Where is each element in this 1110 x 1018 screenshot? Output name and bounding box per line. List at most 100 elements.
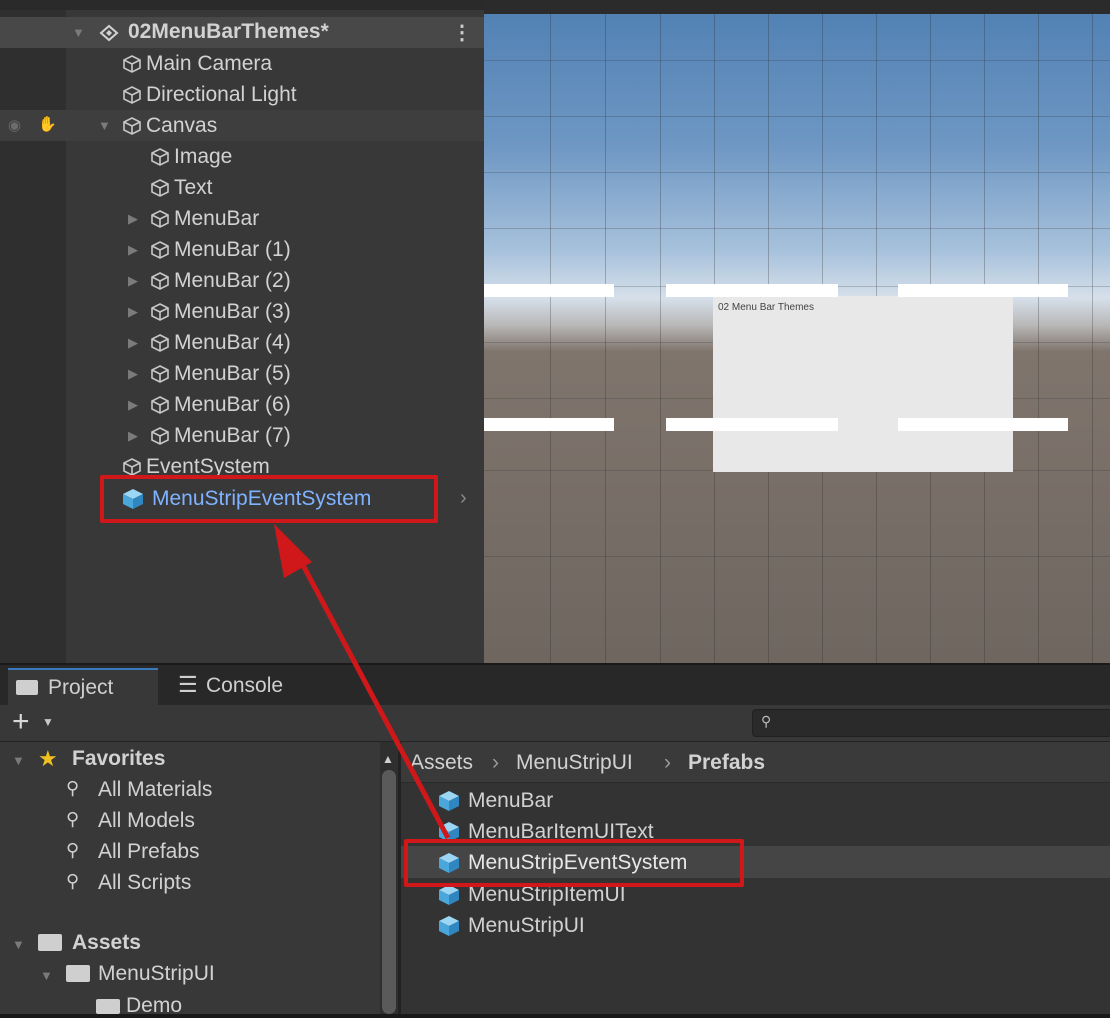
collapsed-triangle-icon[interactable]: ▶ [128,428,138,444]
gameobject-cube-icon [151,365,169,383]
breadcrumb-menustripui[interactable]: MenuStripUI [516,751,633,775]
expand-triangle-icon[interactable]: ▼ [12,753,25,768]
scene-view-toolbar [484,0,1110,14]
hierarchy-item-main-camera[interactable]: Main Camera [0,48,484,79]
gameobject-cube-icon [123,458,141,476]
project-tab-bar [0,663,1110,707]
favorite-item-all-materials[interactable]: All Materials [98,778,212,802]
unity-scene-icon [99,24,119,42]
hierarchy-item-image[interactable]: Image [0,141,484,172]
gameobject-cube-icon [151,427,169,445]
open-folder-icon [38,934,62,951]
favorite-item-all-prefabs[interactable]: All Prefabs [98,840,200,864]
collapsed-triangle-icon[interactable]: ▶ [128,397,138,413]
hierarchy-item-label: MenuBar (5) [174,362,291,385]
prefab-cube-icon [439,885,459,905]
prefab-cube-icon [439,791,459,811]
folder-demo[interactable]: Demo [126,994,182,1018]
gameobject-cube-icon [151,303,169,321]
create-plus-icon[interactable]: + [12,705,30,739]
hierarchy-item-menubar-7[interactable]: ▶ MenuBar (7) [0,420,484,451]
star-icon: ★ [38,746,58,771]
hierarchy-item-directional-light[interactable]: Directional Light [0,79,484,110]
hierarchy-item-label: MenuBar (6) [174,393,291,416]
hierarchy-item-menubar-4[interactable]: ▶ MenuBar (4) [0,327,484,358]
expand-triangle-icon[interactable]: ▼ [40,968,53,983]
gameobject-cube-icon [123,55,141,73]
hierarchy-item-label: Canvas [146,114,218,137]
hierarchy-header-edge [0,0,484,10]
gameobject-cube-icon [151,334,169,352]
console-icon: ☰ [178,672,198,697]
prefab-item-menubar[interactable]: MenuBar [468,789,553,813]
breadcrumb-separator-icon: › [664,751,671,774]
expand-triangle-icon[interactable]: ▼ [12,937,25,952]
collapsed-triangle-icon[interactable]: ▶ [128,335,138,351]
breadcrumb-prefabs[interactable]: Prefabs [688,751,765,775]
tab-console[interactable]: ☰ Console [178,668,328,705]
hierarchy-item-menubar-2[interactable]: ▶ MenuBar (2) [0,265,484,296]
scene-canvas-panel[interactable] [713,296,1013,472]
create-dropdown-icon[interactable]: ▼ [42,715,54,729]
hierarchy-item-label: MenuBar (1) [174,238,291,261]
collapsed-triangle-icon[interactable]: ▶ [128,211,138,227]
visibility-eye-icon[interactable]: ◉ [8,116,21,134]
kebab-menu-icon[interactable]: ⋮ [452,20,472,45]
hierarchy-item-label: Image [174,145,233,168]
prefab-cube-icon [439,916,459,936]
favorite-item-all-scripts[interactable]: All Scripts [98,871,191,895]
search-icon: ⚲ [66,778,80,798]
hierarchy-item-label: Text [174,176,213,199]
expand-triangle-icon[interactable]: ▼ [72,25,85,40]
hierarchy-item-label: MenuBar (3) [174,300,291,323]
gameobject-cube-icon [123,86,141,104]
collapsed-triangle-icon[interactable]: ▶ [128,366,138,382]
search-icon: ⚲ [66,871,80,891]
favorites-header[interactable]: Favorites [72,747,165,771]
hierarchy-item-label: MenuBar [174,207,260,230]
tab-label: Console [206,674,284,697]
hierarchy-item-canvas[interactable]: ◉ ✋ ▼ Canvas [0,110,484,141]
hierarchy-item-text[interactable]: Text [0,172,484,203]
gameobject-cube-icon [123,117,141,135]
gameobject-cube-icon [151,396,169,414]
open-prefab-chevron-icon[interactable]: › [460,487,467,510]
gameobject-cube-icon [151,272,169,290]
tab-project[interactable]: Project [8,668,158,707]
expand-triangle-icon[interactable]: ▼ [98,118,111,133]
hierarchy-item-menubar-6[interactable]: ▶ MenuBar (6) [0,389,484,420]
folder-icon [16,680,38,695]
collapsed-triangle-icon[interactable]: ▶ [128,273,138,289]
gameobject-cube-icon [151,210,169,228]
hierarchy-item-menubar-5[interactable]: ▶ MenuBar (5) [0,358,484,389]
hierarchy-panel: ▼ 02MenuBarThemes* ⋮ Main Camera Directi… [0,0,484,663]
pickability-hand-icon[interactable]: ✋ [38,115,57,133]
collapsed-triangle-icon[interactable]: ▶ [128,242,138,258]
tab-label: Project [48,676,114,699]
scroll-up-arrow-icon[interactable]: ▲ [382,752,394,766]
scene-row[interactable]: ▼ 02MenuBarThemes* ⋮ [0,17,484,48]
scene-canvas-title: 02 Menu Bar Themes [718,302,814,313]
folder-icon [96,999,120,1014]
gameobject-cube-icon [151,179,169,197]
collapsed-triangle-icon[interactable]: ▶ [128,304,138,320]
hierarchy-item-label: MenuBar (7) [174,424,291,447]
hierarchy-item-label: Main Camera [146,52,273,75]
favorite-item-all-models[interactable]: All Models [98,809,195,833]
prefab-item-menustripui[interactable]: MenuStripUI [468,914,585,938]
gameobject-cube-icon [151,148,169,166]
highlight-box-hierarchy [100,475,438,523]
breadcrumb-assets[interactable]: Assets [410,751,473,775]
hierarchy-item-menubar-1[interactable]: ▶ MenuBar (1) [0,234,484,265]
gameobject-cube-icon [151,241,169,259]
hierarchy-item-menubar-3[interactable]: ▶ MenuBar (3) [0,296,484,327]
folder-menustripui[interactable]: MenuStripUI [98,962,215,986]
project-search-input[interactable]: ⚲ [752,709,1110,737]
search-icon: ⚲ [66,840,80,860]
hierarchy-item-menubar[interactable]: ▶ MenuBar [0,203,484,234]
scene-name: 02MenuBarThemes* [128,20,329,43]
folder-tree-scroll-thumb[interactable] [382,770,396,1014]
assets-header[interactable]: Assets [72,931,141,955]
breadcrumb-separator-icon: › [492,751,499,774]
search-icon: ⚲ [66,809,80,829]
